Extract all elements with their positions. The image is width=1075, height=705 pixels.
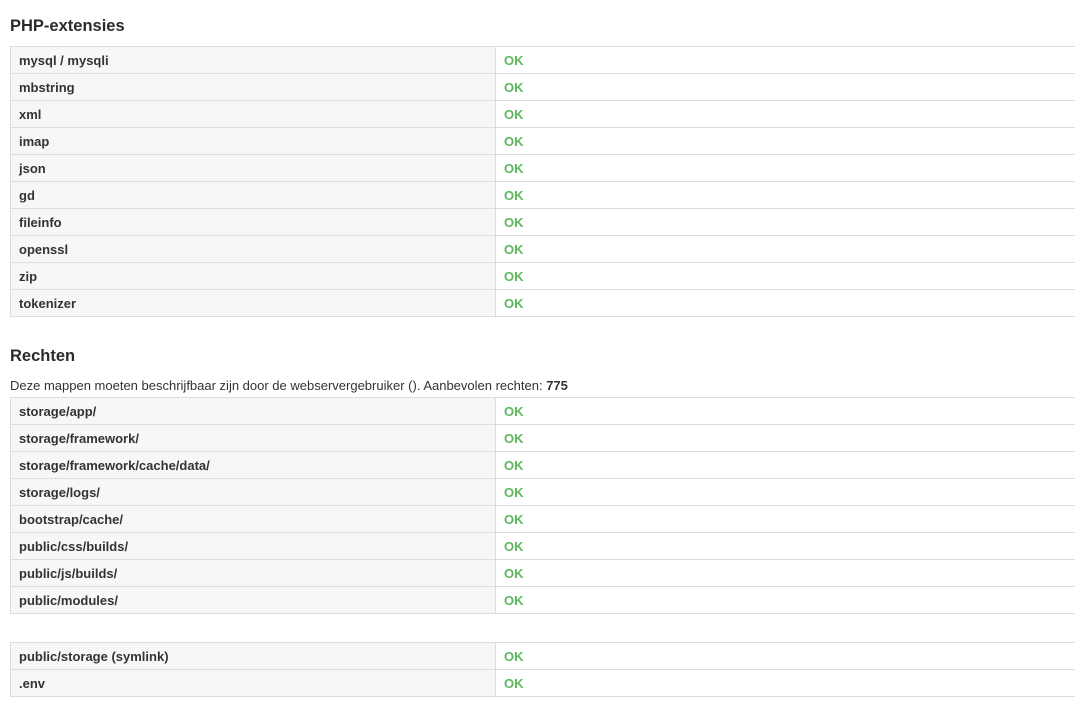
status-ok: OK: [495, 669, 1075, 697]
status-ok: OK: [495, 397, 1075, 425]
check-name: tokenizer: [10, 289, 496, 317]
check-name: storage/logs/: [10, 478, 496, 506]
permission-row: public/css/builds/OK: [10, 532, 1075, 560]
extra-check-row: public/storage (symlink) OK: [10, 642, 1075, 670]
status-ok: OK: [495, 559, 1075, 587]
permission-row: public/js/builds/OK: [10, 559, 1075, 587]
status-ok: OK: [495, 127, 1075, 155]
check-name: fileinfo: [10, 208, 496, 236]
permission-row: storage/framework/OK: [10, 424, 1075, 452]
permissions-heading: Rechten: [10, 347, 76, 365]
status-ok: OK: [495, 208, 1075, 236]
check-name: mysql / mysqli: [10, 46, 496, 74]
extension-row: openssl OK: [10, 235, 1075, 263]
extension-row: mysql / mysqli OK: [10, 46, 1075, 74]
extra-check-row: .env OK: [10, 669, 1075, 697]
extension-row: tokenizer OK: [10, 289, 1075, 317]
extension-row: json OK: [10, 154, 1075, 182]
status-ok: OK: [495, 181, 1075, 209]
status-ok: OK: [495, 451, 1075, 479]
permission-row: storage/logs/OK: [10, 478, 1075, 506]
check-name: mbstring: [10, 73, 496, 101]
check-name: openssl: [10, 235, 496, 263]
status-ok: OK: [495, 235, 1075, 263]
status-ok: OK: [495, 262, 1075, 290]
extensions-table: mysql / mysqli OK mbstring OK xml OK imap OK jso…: [10, 46, 1075, 317]
check-name: storage/framework/cache/data/: [10, 451, 496, 479]
status-ok: OK: [495, 154, 1075, 182]
permissions-intro-text: Deze mappen moeten beschrijfbaar zijn do…: [10, 378, 547, 393]
permission-row: bootstrap/cache/OK: [10, 505, 1075, 533]
check-name: bootstrap/cache/: [10, 505, 496, 533]
recommended-permissions: 775: [546, 378, 568, 393]
status-ok: OK: [495, 424, 1075, 452]
check-name: public/css/builds/: [10, 532, 496, 560]
check-name: storage/app/: [10, 397, 496, 425]
check-name: json: [10, 154, 496, 182]
status-ok: OK: [495, 73, 1075, 101]
status-ok: OK: [495, 532, 1075, 560]
check-name: imap: [10, 127, 496, 155]
status-ok: OK: [495, 100, 1075, 128]
permission-row: public/modules/OK: [10, 586, 1075, 614]
extension-row: xml OK: [10, 100, 1075, 128]
permissions-table: storage/app/OK storage/framework/OK storag…: [10, 397, 1075, 614]
check-name: gd: [10, 181, 496, 209]
check-name: xml: [10, 100, 496, 128]
status-ok: OK: [495, 586, 1075, 614]
status-ok: OK: [495, 478, 1075, 506]
permissions-intro: Deze mappen moeten beschrijfbaar zijn do…: [10, 377, 568, 394]
check-name: zip: [10, 262, 496, 290]
check-name: public/js/builds/: [10, 559, 496, 587]
status-ok: OK: [495, 642, 1075, 670]
permission-row: storage/framework/cache/data/OK: [10, 451, 1075, 479]
check-name: public/modules/: [10, 586, 496, 614]
extension-row: gd OK: [10, 181, 1075, 209]
extension-row: imap OK: [10, 127, 1075, 155]
status-ok: OK: [495, 505, 1075, 533]
status-ok: OK: [495, 289, 1075, 317]
status-ok: OK: [495, 46, 1075, 74]
extension-row: mbstring OK: [10, 73, 1075, 101]
check-name: .env: [10, 669, 496, 697]
extension-row: fileinfo OK: [10, 208, 1075, 236]
extension-row: zip OK: [10, 262, 1075, 290]
check-name: public/storage (symlink): [10, 642, 496, 670]
permission-row: storage/app/OK: [10, 397, 1075, 425]
extensions-heading: PHP-extensies: [10, 17, 125, 35]
check-name: storage/framework/: [10, 424, 496, 452]
extra-checks-table: public/storage (symlink) OK .env OK: [10, 642, 1075, 697]
